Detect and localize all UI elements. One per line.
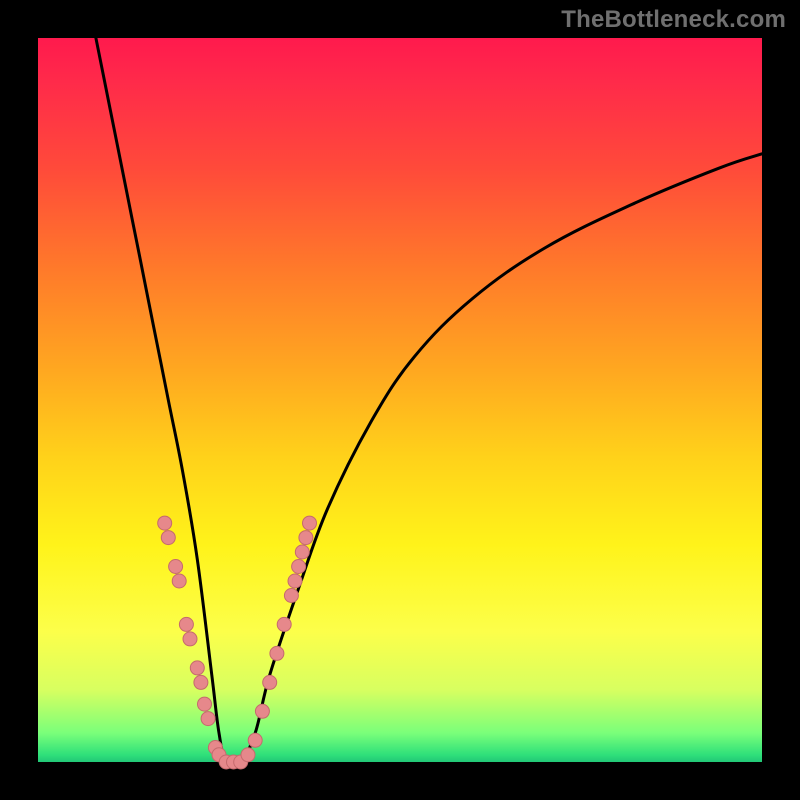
- data-marker: [161, 531, 175, 545]
- marker-layer: [158, 516, 317, 769]
- data-marker: [299, 531, 313, 545]
- data-marker: [295, 545, 309, 559]
- data-marker: [172, 574, 186, 588]
- chart-svg: [38, 38, 762, 762]
- data-marker: [241, 748, 255, 762]
- data-marker: [255, 704, 269, 718]
- data-marker: [270, 646, 284, 660]
- data-marker: [248, 733, 262, 747]
- data-marker: [183, 632, 197, 646]
- watermark-text: TheBottleneck.com: [561, 6, 786, 34]
- data-marker: [169, 560, 183, 574]
- data-marker: [201, 712, 215, 726]
- plot-area: [38, 38, 762, 762]
- data-marker: [303, 516, 317, 530]
- bottleneck-curve: [96, 38, 762, 766]
- data-marker: [292, 560, 306, 574]
- data-marker: [284, 589, 298, 603]
- data-marker: [277, 617, 291, 631]
- data-marker: [158, 516, 172, 530]
- data-marker: [179, 617, 193, 631]
- data-marker: [288, 574, 302, 588]
- data-marker: [263, 675, 277, 689]
- data-marker: [198, 697, 212, 711]
- chart-canvas: TheBottleneck.com: [0, 0, 800, 800]
- data-marker: [190, 661, 204, 675]
- data-marker: [194, 675, 208, 689]
